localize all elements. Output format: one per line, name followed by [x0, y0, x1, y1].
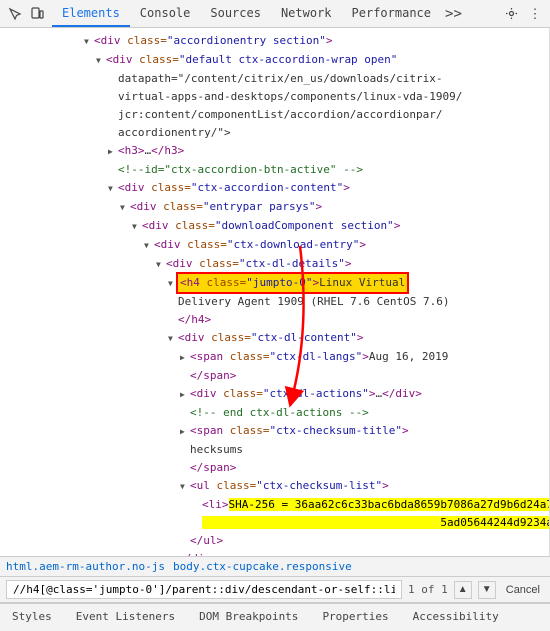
tab-dom-breakpoints[interactable]: DOM Breakpoints: [187, 604, 310, 631]
dom-line: </span>: [0, 459, 549, 477]
devtools-toolbar: Elements Console Sources Network Perform…: [0, 0, 550, 28]
more-options-button[interactable]: ⋮: [524, 3, 546, 25]
dom-line: </span>: [0, 367, 549, 385]
toggle-icon[interactable]: [144, 236, 154, 255]
dom-line: Delivery Agent 1909 (RHEL 7.6 CentOS 7.6…: [0, 293, 549, 311]
breadcrumb-bar: html.aem-rm-author.no-js body.ctx-cupcak…: [0, 556, 550, 577]
dom-line: </ul>: [0, 532, 549, 550]
dom-line[interactable]: <div class="ctx-dl-details">: [0, 255, 549, 274]
dom-line[interactable]: <div class="entrypar parsys">: [0, 198, 549, 217]
toggle-icon[interactable]: [96, 51, 106, 70]
tab-accessibility[interactable]: Accessibility: [401, 604, 511, 631]
toggle-icon[interactable]: [180, 348, 190, 367]
dom-line: accordionentry/">: [0, 124, 549, 142]
dom-line: <!-- end ctx-dl-actions -->: [0, 404, 549, 422]
dom-line: datapath="/content/citrix/en_us/download…: [0, 70, 549, 88]
tab-styles[interactable]: Styles: [0, 604, 64, 631]
inspect-element-button[interactable]: [4, 3, 26, 25]
search-down-button[interactable]: ▼: [478, 581, 496, 599]
dom-line[interactable]: <span class="ctx-checksum-title">: [0, 422, 549, 441]
sha-list-item[interactable]: <li>SHA-256 = 36aa62c6c33bac6bda8659b708…: [0, 496, 549, 532]
tab-network[interactable]: Network: [271, 0, 342, 27]
dom-line[interactable]: <div class="ctx-dl-content">: [0, 329, 549, 348]
dom-line: </h4>: [0, 311, 549, 329]
dom-line[interactable]: <div class="default ctx-accordion-wrap o…: [0, 51, 549, 70]
search-cancel-button[interactable]: Cancel: [502, 582, 544, 598]
dom-line[interactable]: <span class="ctx-dl-langs">Aug 16, 2019: [0, 348, 549, 367]
toggle-icon[interactable]: [120, 198, 130, 217]
toggle-icon[interactable]: [108, 142, 118, 161]
main-tabs: Elements Console Sources Network Perform…: [52, 0, 500, 27]
dom-line[interactable]: <ul class="ctx-checksum-list">: [0, 477, 549, 496]
device-toolbar-button[interactable]: [26, 3, 48, 25]
dom-line[interactable]: <div class="ctx-download-entry">: [0, 236, 549, 255]
toggle-icon[interactable]: [108, 179, 118, 198]
elements-panel[interactable]: <div class="accordionentry section"> <di…: [0, 28, 550, 556]
dom-line[interactable]: <h3>…</h3>: [0, 142, 549, 161]
tab-elements[interactable]: Elements: [52, 0, 130, 27]
toggle-icon[interactable]: [180, 422, 190, 441]
breadcrumb-html[interactable]: html.aem-rm-author.no-js: [6, 560, 165, 573]
dom-line: jcr:content/componentList/accordion/acco…: [0, 106, 549, 124]
toggle-icon[interactable]: [168, 329, 178, 348]
search-up-button[interactable]: ▲: [454, 581, 472, 599]
panel-wrapper: <div class="accordionentry section"> <di…: [0, 28, 550, 556]
toggle-icon[interactable]: [180, 385, 190, 404]
dom-line[interactable]: <div class="downloadComponent section">: [0, 217, 549, 236]
dom-line: hecksums: [0, 441, 549, 459]
more-tabs-button[interactable]: >>: [441, 0, 466, 27]
toggle-icon[interactable]: [180, 477, 190, 496]
toggle-icon[interactable]: [168, 274, 178, 293]
h4-jumpto-node[interactable]: <h4 class="jumpto-0">Linux Virtual: [0, 274, 549, 293]
dom-line[interactable]: <div class="ctx-dl-actions">…</div>: [0, 385, 549, 404]
dom-line: virtual-apps-and-desktops/components/lin…: [0, 88, 549, 106]
tab-sources[interactable]: Sources: [200, 0, 271, 27]
settings-button[interactable]: [500, 3, 522, 25]
tab-event-listeners[interactable]: Event Listeners: [64, 604, 187, 631]
toggle-icon[interactable]: [84, 32, 94, 51]
tab-console[interactable]: Console: [130, 0, 201, 27]
search-count: 1 of 1: [408, 583, 448, 596]
dom-line: <!--id="ctx-accordion-btn-active" -->: [0, 161, 549, 179]
search-input[interactable]: [6, 580, 402, 599]
tab-performance[interactable]: Performance: [342, 0, 441, 27]
bottom-tabs: Styles Event Listeners DOM Breakpoints P…: [0, 603, 550, 631]
dom-line[interactable]: <div class="accordionentry section">: [0, 32, 549, 51]
dom-tree: <div class="accordionentry section"> <di…: [0, 32, 549, 556]
toolbar-right-icons: ⋮: [500, 3, 546, 25]
dom-line: </div>: [0, 550, 549, 556]
toggle-icon[interactable]: [156, 255, 166, 274]
toggle-icon[interactable]: [132, 217, 142, 236]
search-bar: 1 of 1 ▲ ▼ Cancel: [0, 577, 550, 603]
dom-line[interactable]: <div class="ctx-accordion-content">: [0, 179, 549, 198]
breadcrumb-body[interactable]: body.ctx-cupcake.responsive: [173, 560, 352, 573]
tab-properties[interactable]: Properties: [310, 604, 400, 631]
